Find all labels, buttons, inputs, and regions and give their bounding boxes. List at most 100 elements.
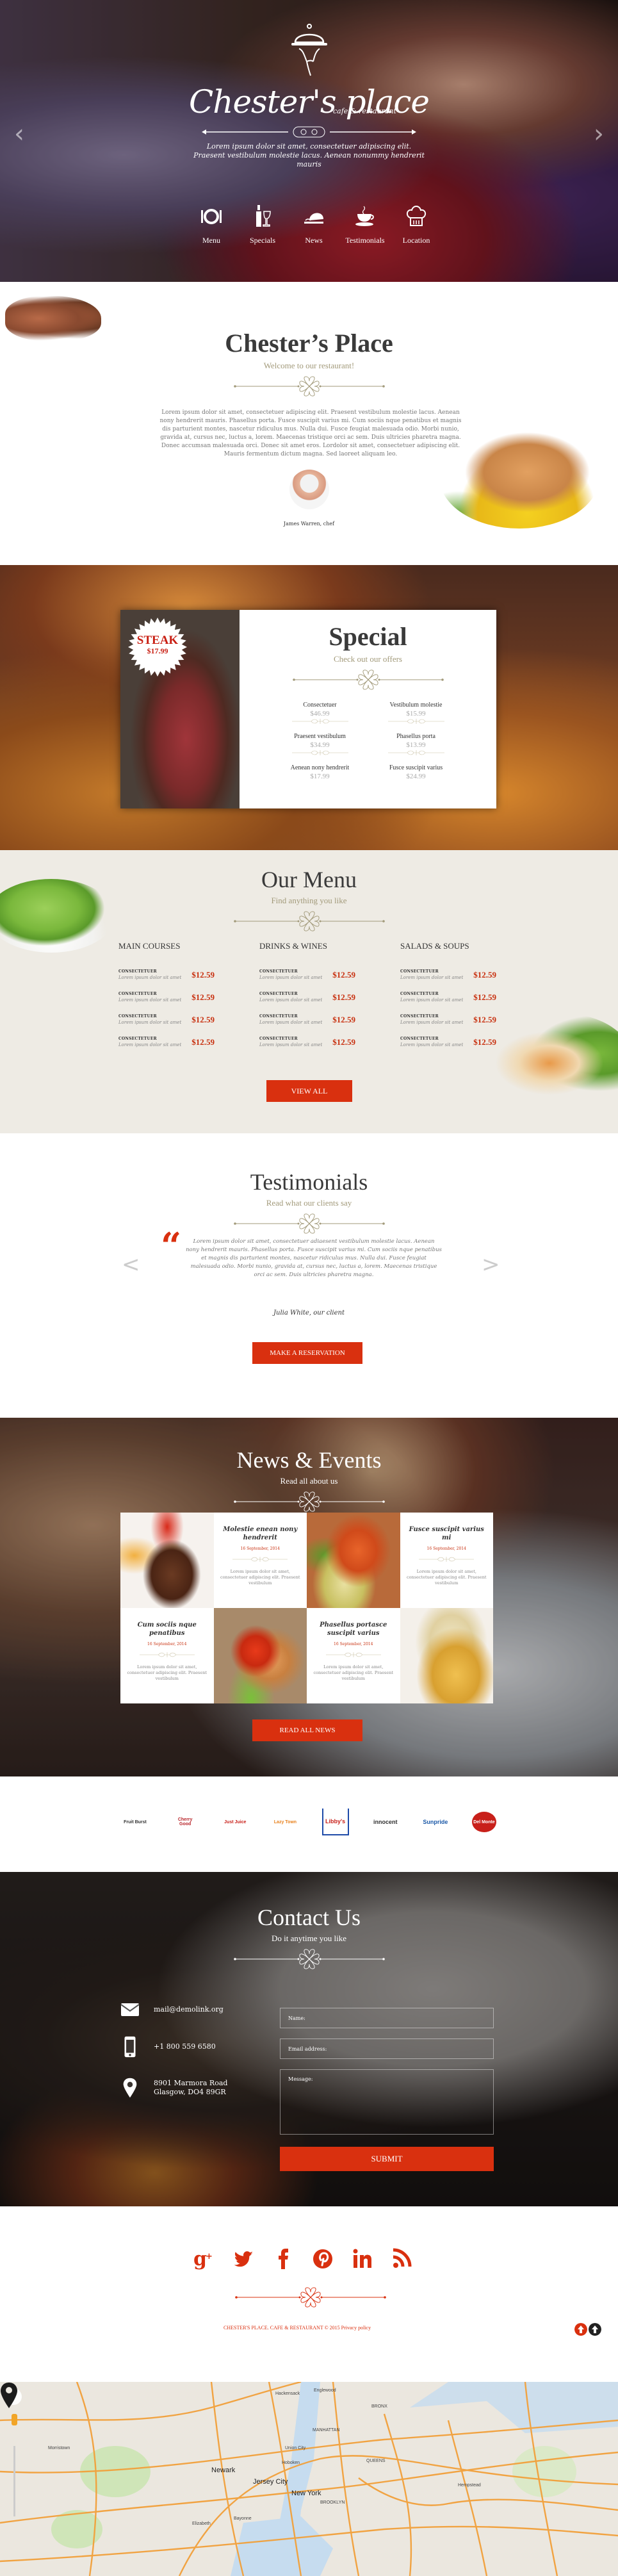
nav-item-specials[interactable]: Specials	[237, 205, 288, 245]
special-item-price: $34.99	[310, 741, 330, 749]
email-link[interactable]: mail@demolink.org	[154, 2005, 224, 2014]
news-title[interactable]: Phasellus portasce suscipit varius	[313, 1621, 394, 1637]
linkedin-icon[interactable]	[351, 2246, 374, 2272]
back-to-top-alt-button[interactable]	[589, 2323, 601, 2336]
ornament-divider	[232, 1490, 386, 1513]
mini-ornament	[232, 1556, 288, 1563]
special-item-price: $15.99	[406, 710, 426, 718]
menu-item[interactable]: CONSECTETUER Lorem ipsum dolor sit amet $1…	[259, 1003, 355, 1025]
map-label: Morristown	[48, 2446, 70, 2450]
cloche-tray-icon	[304, 213, 323, 224]
partner-logo[interactable]: Lazy Town	[272, 1809, 298, 1835]
testimonial-prev-arrow[interactable]: <	[122, 1252, 140, 1277]
read-all-news-button[interactable]: READ ALL NEWS	[252, 1719, 362, 1741]
section-subtitle: Welcome to our restaurant!	[263, 361, 355, 370]
news-card[interactable]: Fusce suscipit varius mi 16 September, 2…	[400, 1513, 493, 1608]
privacy-policy-link[interactable]: Privacy policy	[341, 2325, 371, 2331]
rss-icon[interactable]	[391, 2246, 414, 2272]
message-textarea[interactable]	[280, 2069, 494, 2135]
badge-price: $17.99	[147, 646, 168, 655]
partner-logo[interactable]: Sunpride	[422, 1809, 449, 1835]
news-date: 16 September, 2014	[240, 1546, 280, 1551]
news-title[interactable]: Fusce suscipit varius mi	[407, 1525, 487, 1542]
back-to-top-button[interactable]	[574, 2323, 587, 2336]
pinterest-icon[interactable]	[311, 2246, 334, 2272]
menu-item[interactable]: CONSECTETUER Lorem ipsum dolor sit amet $1…	[259, 1025, 355, 1047]
special-item: Fusce suscipit varius $24.99	[368, 764, 464, 796]
news-card[interactable]: Cum sociis nque penatibus 16 September, …	[120, 1608, 214, 1703]
location-pin-icon[interactable]	[0, 2382, 18, 2409]
menu-item[interactable]: CONSECTETUER Lorem ipsum dolor sit amet $1…	[118, 1003, 215, 1025]
nav-item-news[interactable]: News	[288, 205, 339, 245]
view-all-button[interactable]: VIEW ALL	[266, 1080, 352, 1102]
news-title[interactable]: Molestie enean nony hendrerit	[220, 1525, 301, 1542]
menu-item-price: $12.59	[191, 1037, 215, 1047]
location-map[interactable]: New York Jersey City Newark Hoboken BROOKLYN…	[0, 2382, 618, 2576]
smartphone-icon	[124, 2036, 136, 2058]
nav-label: Testimonials	[345, 236, 385, 245]
partner-logo[interactable]: Fruit Burst	[122, 1809, 149, 1835]
submit-button[interactable]: SUBMIT	[280, 2147, 494, 2171]
news-image[interactable]	[400, 1608, 493, 1703]
chef-hat-icon	[407, 206, 426, 226]
menu-section: Our Menu Find anything you like MAIN COU…	[0, 850, 618, 1133]
welcome-text: Lorem ipsum dolor sit amet, consectetuer…	[159, 409, 462, 457]
footer: g + CHESTER'S PLACE. CAFE & RESTAURANT © …	[0, 2206, 618, 2382]
name-input[interactable]	[280, 2008, 494, 2028]
special-item-price: $24.99	[406, 773, 426, 780]
hero-description: Lorem ipsum dolor sit amet, consectetuer…	[193, 142, 425, 168]
nav-item-menu[interactable]: Menu	[186, 205, 237, 245]
facebook-icon[interactable]	[272, 2246, 295, 2272]
email-input[interactable]	[280, 2039, 494, 2059]
partner-logo[interactable]: Just Juice	[222, 1809, 248, 1835]
map-label: Union City	[285, 2446, 306, 2450]
mini-ornament	[140, 1652, 195, 1658]
menu-item[interactable]: CONSECTETUER Lorem ipsum dolor sit amet $1…	[118, 958, 215, 980]
menu-item[interactable]: CONSECTETUER Lorem ipsum dolor sit amet $1…	[259, 958, 355, 980]
menu-item-price: $12.59	[473, 1037, 496, 1047]
menu-item[interactable]: CONSECTETUER Lorem ipsum dolor sit amet $1…	[400, 958, 496, 980]
special-item-price: $17.99	[310, 773, 330, 780]
menu-item-name: CONSECTETUER	[259, 1014, 298, 1019]
menu-item-description: Lorem ipsum dolor sit amet	[259, 997, 323, 1003]
map-label: QUEENS	[366, 2459, 386, 2463]
testimonials-section: Testimonials Read what our clients say “…	[0, 1133, 618, 1418]
news-card[interactable]: Molestie enean nony hendrerit 16 Septemb…	[213, 1513, 307, 1608]
menu-item[interactable]: CONSECTETUER Lorem ipsum dolor sit amet $1…	[400, 1025, 496, 1047]
special-section: STEAK $17.99 Special Check out our offer…	[0, 565, 618, 850]
menu-item-name: CONSECTETUER	[400, 1037, 439, 1041]
twitter-icon[interactable]	[232, 2246, 255, 2272]
nav-item-location[interactable]: Location	[391, 205, 442, 245]
news-card[interactable]: Phasellus portasce suscipit varius 16 Se…	[307, 1608, 400, 1703]
partner-logo[interactable]: innocent	[372, 1809, 399, 1835]
svg-text:g: g	[193, 2248, 207, 2270]
special-item: Aenean nony hendrerit $17.99	[272, 764, 368, 796]
copyright-text: CHESTER'S PLACE. CAFE & RESTAURANT © 201…	[224, 2325, 340, 2331]
partner-logo[interactable]: Del Monte	[471, 1812, 496, 1832]
map-zoom-slider[interactable]	[13, 2446, 15, 2516]
google-plus-icon[interactable]: g+	[192, 2246, 215, 2272]
slider-prev-arrow[interactable]: ‹	[14, 119, 24, 149]
menu-item[interactable]: CONSECTETUER Lorem ipsum dolor sit amet $1…	[400, 1003, 496, 1025]
partner-logo[interactable]: Libby's	[321, 1809, 349, 1835]
news-title[interactable]: Cum sociis nque penatibus	[127, 1621, 207, 1637]
menu-item[interactable]: CONSECTETUER Lorem ipsum dolor sit amet $1…	[118, 1025, 215, 1047]
nav-item-testimonials[interactable]: Testimonials	[339, 205, 391, 245]
street-view-pegman[interactable]	[12, 2414, 17, 2425]
news-image[interactable]	[213, 1608, 307, 1703]
mini-ornament	[419, 1556, 474, 1563]
partners-section: Fruit Burst Cherry Good Just Juice Lazy Tow…	[0, 1776, 618, 1872]
menu-item[interactable]: CONSECTETUER Lorem ipsum dolor sit amet $1…	[400, 980, 496, 1003]
site-logo[interactable]: Chester's place	[0, 23, 618, 120]
slider-next-arrow[interactable]: ›	[594, 119, 604, 149]
menu-item[interactable]: CONSECTETUER Lorem ipsum dolor sit amet $1…	[259, 980, 355, 1003]
partner-logo[interactable]: Cherry Good	[172, 1809, 199, 1835]
special-item: Phasellus porta $13.99	[368, 733, 464, 764]
section-title: Our Menu	[261, 867, 357, 892]
testimonial-next-arrow[interactable]: >	[482, 1252, 500, 1277]
menu-item-name: CONSECTETUER	[259, 1037, 298, 1041]
make-reservation-button[interactable]: MAKE A RESERVATION	[252, 1342, 362, 1364]
news-image[interactable]	[120, 1513, 214, 1608]
menu-item[interactable]: CONSECTETUER Lorem ipsum dolor sit amet $1…	[118, 980, 215, 1003]
news-image[interactable]	[307, 1513, 400, 1608]
